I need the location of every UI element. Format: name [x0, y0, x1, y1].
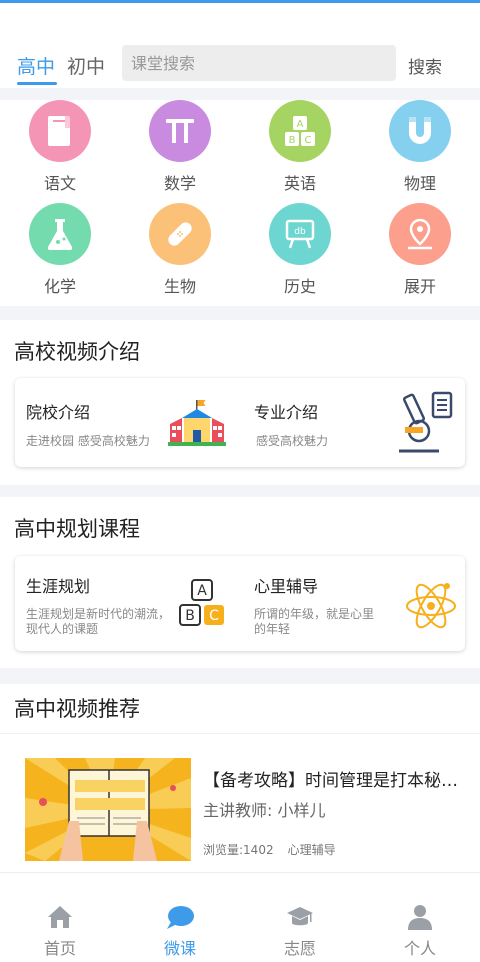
svg-text:db: db	[294, 227, 306, 237]
item-desc: 所谓的年级，就是心里的年轻	[254, 607, 375, 636]
svg-text:C: C	[209, 608, 219, 624]
nav-personal[interactable]: 个人	[380, 903, 460, 959]
pi-icon	[149, 100, 211, 162]
svg-text:A: A	[297, 119, 304, 130]
search-button[interactable]: 搜索	[408, 53, 442, 78]
category-label: 英语	[283, 174, 316, 193]
bandage-icon	[149, 203, 211, 265]
item-title: 院校介绍	[26, 403, 91, 422]
college-card: 院校介绍 走进校园 感受高校魅力 专业介绍 感受高校魅力	[15, 378, 465, 467]
abc-blocks-icon: ABC	[269, 100, 331, 162]
recommend-section-title: 高中视频推荐	[14, 697, 140, 721]
major-intro-item[interactable]: 专业介绍 感受高校魅力	[243, 378, 465, 467]
category-label: 生物	[163, 277, 196, 296]
map-pin-icon	[389, 203, 451, 265]
book-icon	[29, 100, 91, 162]
college-intro-item[interactable]: 院校介绍 走进校园 感受高校魅力	[15, 378, 240, 467]
microscope-icon	[395, 391, 455, 459]
divider	[0, 668, 480, 684]
flask-icon	[29, 203, 91, 265]
item-title: 专业介绍	[254, 403, 319, 422]
category-label: 历史	[283, 277, 316, 296]
category-history[interactable]: db 历史	[260, 203, 340, 297]
category-biology[interactable]: 生物	[140, 203, 220, 297]
home-icon	[20, 903, 100, 931]
nav-microlesson[interactable]: 微课	[140, 903, 220, 959]
nav-label: 志愿	[283, 939, 316, 958]
category-expand[interactable]: 展开	[380, 203, 460, 297]
abc-icon: A B C	[176, 577, 230, 635]
app-root: 高中 初中 搜索 语文 数学 ABC 英语	[0, 0, 480, 962]
svg-text:C: C	[305, 135, 312, 146]
item-title: 心里辅导	[254, 577, 319, 596]
chat-bubble-icon	[140, 903, 220, 931]
svg-text:A: A	[197, 583, 207, 599]
active-tab-indicator	[17, 82, 57, 85]
nav-label: 个人	[403, 939, 436, 958]
category-label: 语文	[43, 174, 76, 193]
search-input[interactable]	[122, 45, 396, 81]
video-teacher: 主讲教师: 小样儿	[203, 801, 326, 820]
category-label: 数学	[163, 174, 196, 193]
school-building-icon	[168, 398, 226, 452]
video-meta: 浏览量:1402 心理辅导	[203, 841, 350, 858]
nav-label: 首页	[43, 939, 76, 958]
category-label: 化学	[43, 277, 76, 296]
college-section-title: 高校视频介绍	[14, 340, 140, 364]
magnet-icon	[389, 100, 451, 162]
video-tag: 心理辅导	[287, 843, 336, 857]
psychology-item[interactable]: 心里辅导 所谓的年级，就是心里的年轻	[243, 556, 465, 651]
svg-text:B: B	[289, 135, 296, 146]
person-icon	[380, 903, 460, 931]
video-views: 浏览量:1402	[203, 843, 274, 857]
item-desc: 感受高校魅力	[256, 434, 329, 448]
nav-label: 微课	[163, 939, 196, 958]
category-label: 物理	[403, 174, 436, 193]
category-physics[interactable]: 物理	[380, 100, 460, 194]
nav-home[interactable]: 首页	[20, 903, 100, 959]
bottom-nav: 首页 微课 志愿 个人	[0, 872, 480, 962]
video-thumbnail[interactable]	[25, 758, 191, 861]
item-desc: 生涯规划是新时代的潮流，现代人的课题	[26, 607, 171, 636]
career-planning-item[interactable]: 生涯规划 生涯规划是新时代的潮流，现代人的课题 A B C	[15, 556, 240, 651]
status-accent-line	[0, 0, 480, 3]
tab-junior-high[interactable]: 初中	[67, 52, 105, 79]
header: 高中 初中 搜索	[0, 40, 480, 88]
category-chinese[interactable]: 语文	[20, 100, 100, 194]
atom-icon	[403, 580, 459, 636]
item-desc: 走进校园 感受高校魅力	[26, 434, 150, 448]
svg-text:B: B	[185, 608, 195, 624]
divider-line	[0, 733, 480, 734]
video-title[interactable]: 【备考攻略】时间管理是打本秘籍...	[203, 766, 473, 791]
planning-card: 生涯规划 生涯规划是新时代的潮流，现代人的课题 A B C 心里辅导 所谓的年级…	[15, 556, 465, 651]
category-label: 展开	[403, 277, 436, 296]
category-math[interactable]: 数学	[140, 100, 220, 194]
divider	[0, 485, 480, 497]
divider	[0, 306, 480, 320]
graduation-cap-icon	[260, 903, 340, 931]
nav-volunteer[interactable]: 志愿	[260, 903, 340, 959]
tab-senior-high[interactable]: 高中	[17, 52, 55, 79]
search-box[interactable]	[122, 45, 396, 81]
category-english[interactable]: ABC 英语	[260, 100, 340, 194]
divider	[0, 88, 480, 100]
easel-icon: db	[269, 203, 331, 265]
planning-section-title: 高中规划课程	[14, 517, 140, 541]
category-chemistry[interactable]: 化学	[20, 203, 100, 297]
item-title: 生涯规划	[26, 577, 91, 596]
